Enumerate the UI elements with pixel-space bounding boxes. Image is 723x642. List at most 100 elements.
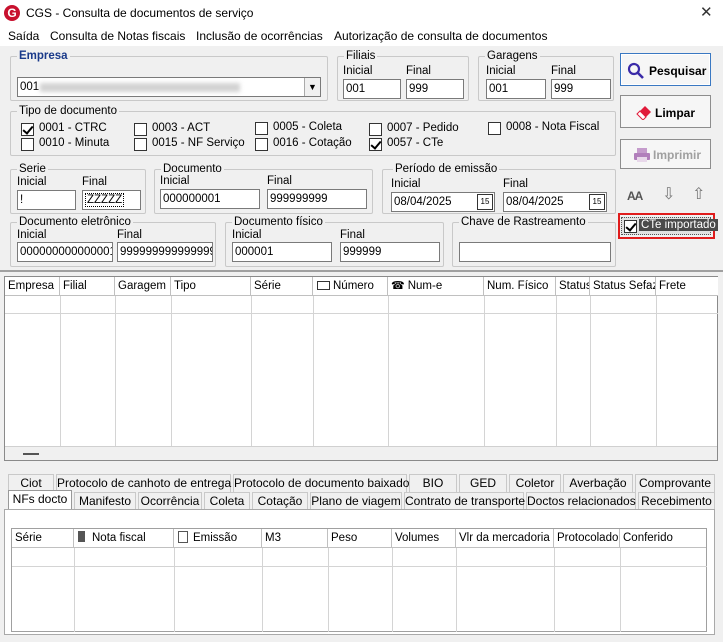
cte-importado-control[interactable]: CTe importado [621,217,718,235]
chevron-down-icon[interactable]: ▼ [304,78,320,96]
checkbox-0005-coleta[interactable] [255,122,268,135]
col-empresa[interactable]: Empresa [5,277,60,296]
menu-inclusao-ocorrencias[interactable]: Inclusão de ocorrências [196,29,323,43]
menu-autorizacao-consulta[interactable]: Autorização de consulta de documentos [334,29,547,43]
col-num-e[interactable]: ☎ Num-e [388,277,484,296]
tab-nfs-docto[interactable]: NFs docto [8,490,72,510]
checkbox-0010-minuta[interactable] [21,138,34,151]
checkbox-0008-nota-fiscal[interactable] [488,122,501,135]
col-status[interactable]: Status [556,277,590,296]
periodo-inicial-input[interactable]: 08/04/2025 15 [391,192,495,212]
scrollbar-thumb[interactable] [23,453,39,455]
tab-contrato-transporte[interactable]: Contrato de transporte [404,492,525,510]
nf-grid[interactable]: Série Nota fiscal Emissão M3 Peso Volume… [11,528,707,632]
doc-eletronico-inicial-input[interactable]: 000000000000001 [17,242,113,262]
tab-bio[interactable]: BIO [409,474,457,492]
checkbox-0016-cotacao[interactable] [255,138,268,151]
id-card-icon [317,281,330,290]
arrow-down-icon[interactable]: ⇩ [662,184,675,204]
documento-inicial-input[interactable]: 000000001 [160,189,260,209]
col-peso[interactable]: Peso [328,529,392,548]
label-0057-cte: 0057 - CTe [387,137,444,149]
close-icon[interactable]: ✕ [700,3,713,21]
col-m3[interactable]: M3 [262,529,328,548]
documentos-grid[interactable]: Empresa Filial Garagem Tipo Série Número… [4,276,718,461]
filiais-final-label: Final [406,65,431,77]
tab-protocolo-baixado[interactable]: Protocolo de documento baixado [233,474,409,492]
filiais-inicial-label: Inicial [343,65,373,77]
calendar-icon[interactable]: 15 [589,194,605,210]
garagens-final-input[interactable]: 999 [551,79,611,99]
serie-inicial-input[interactable]: ! [17,190,76,210]
empresa-select[interactable]: 001 ▼ [17,77,321,97]
tab-protocolo-canhoto[interactable]: Protocolo de canhoto de entrega [56,474,231,492]
col-frete[interactable]: Frete [656,277,718,296]
col-garagem[interactable]: Garagem [115,277,171,296]
grid-line [620,548,621,632]
col-volumes[interactable]: Volumes [392,529,456,548]
grid-line [388,296,389,446]
horizontal-scrollbar[interactable] [5,446,717,460]
doc-eletronico-final-input[interactable]: 999999999999999 [117,242,213,262]
col-conferido[interactable]: Conferido [620,529,706,548]
font-size-icon[interactable]: AA [627,189,643,203]
pesquisar-button[interactable]: Pesquisar [620,53,711,86]
doc-fisico-final-input[interactable]: 999999 [340,242,440,262]
phone-device-icon [78,531,85,542]
periodo-final-input[interactable]: 08/04/2025 15 [503,192,607,212]
col-filial[interactable]: Filial [60,277,115,296]
serie-final-input[interactable]: ZZZZZ [82,190,141,210]
eraser-icon [636,106,651,120]
col-nf-serie[interactable]: Série [12,529,74,548]
col-emissao[interactable]: Emissão [174,529,262,548]
grid-line [313,296,314,446]
col-nota-fiscal[interactable]: Nota fiscal [74,529,174,548]
grid-line [656,296,657,446]
filiais-final-input[interactable]: 999 [406,79,464,99]
checkbox-0003-act[interactable] [134,123,147,136]
col-num-e-label: Num-e [407,280,443,292]
col-vlr-mercadoria[interactable]: Vlr da mercadoria [456,529,554,548]
pesquisar-label: Pesquisar [649,64,707,78]
garagens-inicial-input[interactable]: 001 [486,79,546,99]
checkbox-0001-ctrc[interactable] [21,123,34,136]
tab-comprovante[interactable]: Comprovante [635,474,715,492]
checkbox-0057-cte[interactable] [369,138,382,151]
label-0003-act: 0003 - ACT [152,122,211,134]
tab-ocorrencia[interactable]: Ocorrência [138,492,202,510]
tab-coleta[interactable]: Coleta [204,492,250,510]
doc-fisico-inicial-label: Inicial [232,229,262,241]
col-numero[interactable]: Número [313,277,388,296]
col-serie[interactable]: Série [251,277,313,296]
col-tipo[interactable]: Tipo [171,277,251,296]
col-num-fisico[interactable]: Num. Físico [484,277,556,296]
tab-ged[interactable]: GED [459,474,507,492]
calendar-icon[interactable]: 15 [477,194,493,210]
col-protocolado[interactable]: Protocolado [554,529,620,548]
checkbox-0007-pedido[interactable] [369,123,382,136]
doc-fisico-inicial-input[interactable]: 000001 [232,242,332,262]
periodo-label: Período de emissão [393,162,500,176]
filiais-inicial-input[interactable]: 001 [343,79,401,99]
serie-final-value: ZZZZZ [85,193,125,207]
imprimir-button[interactable]: Imprimir [620,139,711,169]
tab-plano-viagem[interactable]: Plano de viagem [310,492,402,510]
chave-rastreamento-input[interactable] [459,242,611,262]
col-status-sefaz[interactable]: Status Sefaz [590,277,656,296]
checkbox-0015-nf-servico[interactable] [134,138,147,151]
doc-eletronico-inicial-label: Inicial [17,229,47,241]
filiais-label: Filiais [344,49,378,63]
tab-manifesto[interactable]: Manifesto [74,492,136,510]
menu-saida[interactable]: Saída [8,29,39,43]
arrow-up-icon[interactable]: ⇧ [692,184,705,204]
tab-recebimento[interactable]: Recebimento [638,492,715,510]
menu-consulta-notas-fiscais[interactable]: Consulta de Notas fiscais [50,29,185,43]
documento-final-input[interactable]: 999999999 [267,189,367,209]
tab-doctos-relacionados[interactable]: Doctos relacionados [526,492,636,510]
tab-averbacao[interactable]: Averbação [563,474,633,492]
tab-coletor[interactable]: Coletor [509,474,561,492]
limpar-button[interactable]: Limpar [620,95,711,128]
empresa-value: 001 [20,81,40,93]
tab-cotacao[interactable]: Cotação [252,492,308,510]
cte-importado-checkbox[interactable] [624,220,637,233]
